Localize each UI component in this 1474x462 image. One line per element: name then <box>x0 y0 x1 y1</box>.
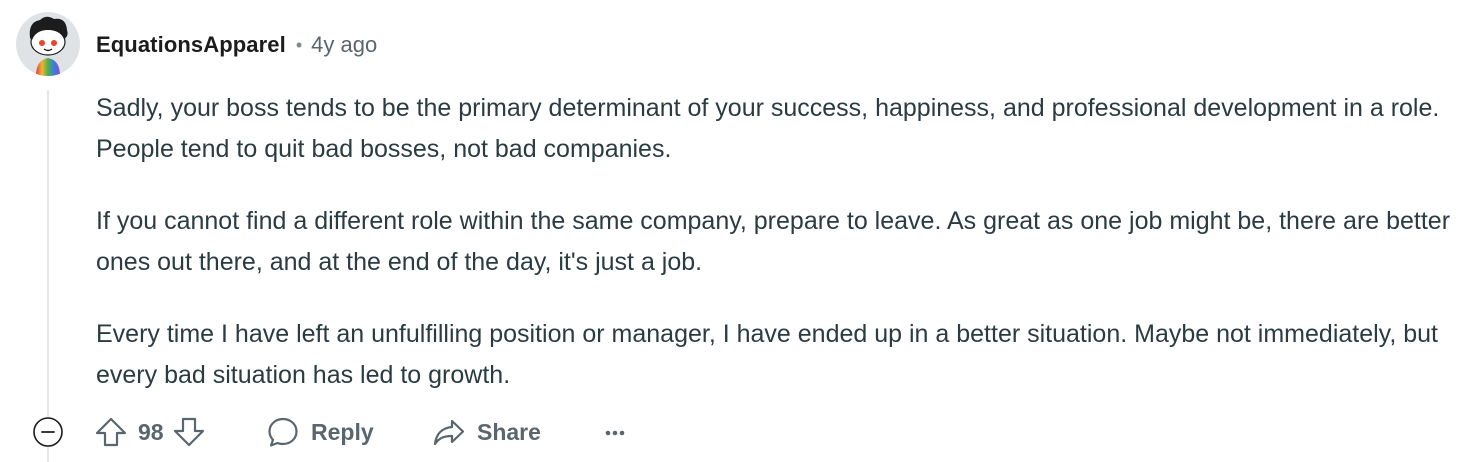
vote-controls: 98 <box>94 412 206 452</box>
thread-line[interactable] <box>47 90 49 462</box>
meta-separator: • <box>295 34 303 55</box>
comment-header: EquationsApparel • 4y ago <box>96 30 377 60</box>
more-dots-icon <box>605 430 625 436</box>
user-avatar[interactable] <box>16 12 80 76</box>
collapse-minus-icon <box>33 417 63 447</box>
reply-button[interactable]: Reply <box>266 412 374 452</box>
comment-action-bar: 98 Reply Share <box>0 410 1474 456</box>
comment-paragraph: Sadly, your boss tends to be the primary… <box>96 94 1440 163</box>
downvote-button[interactable] <box>172 415 206 449</box>
share-label: Share <box>477 418 541 445</box>
downvote-arrow-icon <box>173 417 204 447</box>
timestamp[interactable]: 4y ago <box>311 32 377 58</box>
reply-label: Reply <box>311 418 374 445</box>
upvote-arrow-icon <box>95 417 127 447</box>
share-button[interactable]: Share <box>432 412 541 452</box>
comment-bubble-icon <box>266 415 300 449</box>
collapse-thread-button[interactable] <box>32 416 64 448</box>
upvote-button[interactable] <box>94 415 128 449</box>
vote-score: 98 <box>138 418 164 445</box>
more-options-button[interactable] <box>598 422 632 444</box>
share-arrow-icon <box>432 415 466 449</box>
snoo-avatar-icon <box>16 12 80 76</box>
comment-paragraph: If you cannot find a different role with… <box>96 207 1451 276</box>
comment-paragraph: Every time I have left an unfulfilling p… <box>96 320 1438 389</box>
username[interactable]: EquationsApparel <box>96 32 286 58</box>
comment-body: Sadly, your boss tends to be the primary… <box>96 88 1456 427</box>
